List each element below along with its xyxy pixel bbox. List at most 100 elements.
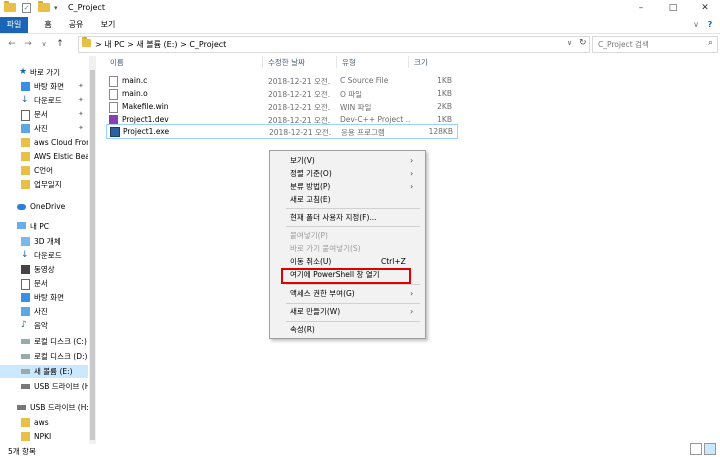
column-divider[interactable] <box>262 56 263 68</box>
folder-app-icon <box>4 1 16 13</box>
menu-item-new[interactable]: 새로 만들기(W) › <box>270 306 425 318</box>
sidebar-item-drive-d[interactable]: 로컬 디스크 (D:) <box>0 350 88 363</box>
object-file-icon <box>109 89 118 100</box>
sidebar-item-downloads[interactable]: ↓ 다운로드 ✦ <box>0 94 88 107</box>
address-bar[interactable]: > 내 PC > 새 볼륨 (E:) > C_Project ∨ ↻ <box>78 36 590 53</box>
column-date[interactable]: 수정한 날짜 <box>268 57 305 68</box>
title-bar: ✓ ▾ C_Project – □ ✕ <box>0 0 720 17</box>
sidebar-item-aws-beanstalk[interactable]: AWS Elstic Bean <box>0 150 88 163</box>
window-title: C_Project <box>68 3 105 12</box>
folder-icon <box>21 418 30 427</box>
menu-separator <box>286 303 420 304</box>
back-arrow-icon[interactable]: ← <box>6 37 18 51</box>
file-row-selected[interactable]: Project1.exe 2018-12-21 오전... 응용 프로그램 12… <box>106 124 458 139</box>
sidebar-item-videos[interactable]: 동영상 <box>0 263 88 276</box>
ribbon-expand-icon[interactable]: ∨ <box>690 17 702 33</box>
minimize-button[interactable]: – <box>630 0 652 17</box>
sidebar-item-drive-e[interactable]: 새 볼륨 (E:) <box>0 365 88 378</box>
pin-icon[interactable]: ✦ <box>78 108 84 121</box>
sidebar-item-usb-h[interactable]: USB 드라이브 (H:) <box>0 380 88 393</box>
menu-item-refresh[interactable]: 새로 고침(E) <box>270 194 425 206</box>
breadcrumb-this-pc[interactable]: 내 PC <box>104 40 124 49</box>
up-arrow-icon[interactable]: ↑ <box>54 37 66 51</box>
sidebar-item-usb-npki[interactable]: NPKI <box>0 430 88 443</box>
menu-separator <box>286 226 420 227</box>
menu-item-view[interactable]: 보기(V) › <box>270 155 425 167</box>
ribbon-tabs: 파일 홈 공유 보기 ∨ ? <box>0 17 720 34</box>
menu-item-paste: 붙여넣기(P) <box>290 231 328 240</box>
menu-item-give-access[interactable]: 액세스 권한 부여(G) › <box>270 288 425 300</box>
sidebar-item-pc-documents[interactable]: 문서 <box>0 277 88 290</box>
sidebar-item-usb-aws[interactable]: aws <box>0 416 88 429</box>
recent-locations-icon[interactable]: ∨ <box>38 37 50 51</box>
column-name[interactable]: 이름 <box>110 57 124 68</box>
sidebar-quick-access[interactable]: ★ 바로 가기 <box>0 66 88 79</box>
tab-file[interactable]: 파일 <box>0 17 28 33</box>
menu-item-customize-folder[interactable]: 현재 폴더 사용자 지정(F)... <box>270 212 425 224</box>
tab-view[interactable]: 보기 <box>96 17 120 33</box>
search-placeholder: C_Project 검색 <box>598 40 649 49</box>
large-icons-view-icon[interactable] <box>704 443 716 455</box>
menu-item-sort-by[interactable]: 정렬 기준(O) › <box>270 168 425 180</box>
column-type[interactable]: 유형 <box>342 57 356 68</box>
tab-share[interactable]: 공유 <box>64 17 88 33</box>
sidebar-scroll-thumb[interactable] <box>90 70 95 440</box>
hard-drive-icon <box>21 369 30 374</box>
menu-item-undo-move[interactable]: 이동 취소(U) Ctrl+Z <box>270 256 425 268</box>
forward-arrow-icon[interactable]: → <box>22 37 34 51</box>
address-dropdown-icon[interactable]: ∨ <box>567 39 572 47</box>
properties-check-icon[interactable]: ✓ <box>22 3 31 13</box>
sidebar-item-work-log[interactable]: 업무일지 <box>0 178 88 191</box>
maximize-button[interactable]: □ <box>662 0 684 17</box>
breadcrumb-c-project[interactable]: C_Project <box>189 40 226 49</box>
sidebar-item-music[interactable]: ♪ 음악 <box>0 319 88 332</box>
sidebar-item-pc-downloads[interactable]: ↓ 다운로드 <box>0 249 88 262</box>
submenu-arrow-icon: › <box>410 289 414 298</box>
sidebar-item-3d-objects[interactable]: 3D 개체 <box>0 235 88 248</box>
hard-drive-icon <box>21 339 30 344</box>
quick-access-dropdown-icon[interactable]: ▾ <box>54 3 64 13</box>
file-row[interactable]: main.c 2018-12-21 오전... C Source File 1K… <box>106 74 456 87</box>
menu-item-group-by[interactable]: 분류 방법(P) › <box>270 181 425 193</box>
sidebar-item-pc-pictures[interactable]: 사진 <box>0 305 88 318</box>
search-icon[interactable]: ⌕ <box>708 38 713 48</box>
sidebar-item-pictures[interactable]: 사진 ✦ <box>0 122 88 135</box>
column-divider[interactable] <box>408 56 409 68</box>
menu-separator <box>286 208 420 209</box>
cloud-icon <box>17 204 26 210</box>
column-divider[interactable] <box>336 56 337 68</box>
sidebar-this-pc[interactable]: 내 PC <box>0 220 88 233</box>
star-icon: ★ <box>19 67 28 77</box>
menu-item-paste-shortcut: 바로 가기 붙여넣기(S) <box>290 244 361 253</box>
search-box[interactable]: C_Project 검색 ⌕ <box>592 36 718 53</box>
sidebar-usb-root[interactable]: USB 드라이브 (H:) <box>0 401 88 414</box>
close-button[interactable]: ✕ <box>694 0 716 17</box>
sidebar-item-drive-c[interactable]: 로컬 디스크 (C:) <box>0 335 88 348</box>
status-item-count: 5개 항목 <box>8 447 36 456</box>
pin-icon[interactable]: ✦ <box>78 94 84 107</box>
help-icon[interactable]: ? <box>704 17 716 33</box>
shortcut-label: Ctrl+Z <box>381 257 406 266</box>
hard-drive-icon <box>21 354 30 359</box>
details-view-icon[interactable] <box>690 443 702 455</box>
refresh-icon[interactable]: ↻ <box>579 38 587 48</box>
breadcrumb: > 내 PC > 새 볼륨 (E:) > C_Project <box>95 39 226 50</box>
pin-icon[interactable]: ✦ <box>78 80 84 93</box>
sidebar-item-documents[interactable]: 문서 ✦ <box>0 108 88 121</box>
pin-icon[interactable]: ✦ <box>78 122 84 135</box>
breadcrumb-volume-e[interactable]: 새 볼륨 (E:) <box>136 40 177 49</box>
sidebar-onedrive[interactable]: OneDrive <box>0 200 88 213</box>
file-row[interactable]: main.o 2018-12-21 오전... O 파일 1KB <box>106 87 456 100</box>
tab-home[interactable]: 홈 <box>38 17 58 33</box>
sidebar-item-c-language[interactable]: C언어 <box>0 164 88 177</box>
column-size[interactable]: 크기 <box>414 57 428 68</box>
sidebar-item-desktop[interactable]: 바탕 화면 ✦ <box>0 80 88 93</box>
menu-item-properties[interactable]: 속성(R) <box>270 324 425 336</box>
file-row[interactable]: Makefile.win 2018-12-21 오전... WIN 파일 2KB <box>106 100 456 113</box>
executable-icon <box>110 127 120 137</box>
pictures-icon <box>21 124 30 133</box>
sidebar-item-pc-desktop[interactable]: 바탕 화면 <box>0 291 88 304</box>
new-folder-icon[interactable] <box>38 1 50 13</box>
sidebar-item-aws-cloudfront[interactable]: aws Cloud Front <box>0 136 88 149</box>
document-icon <box>21 279 30 290</box>
